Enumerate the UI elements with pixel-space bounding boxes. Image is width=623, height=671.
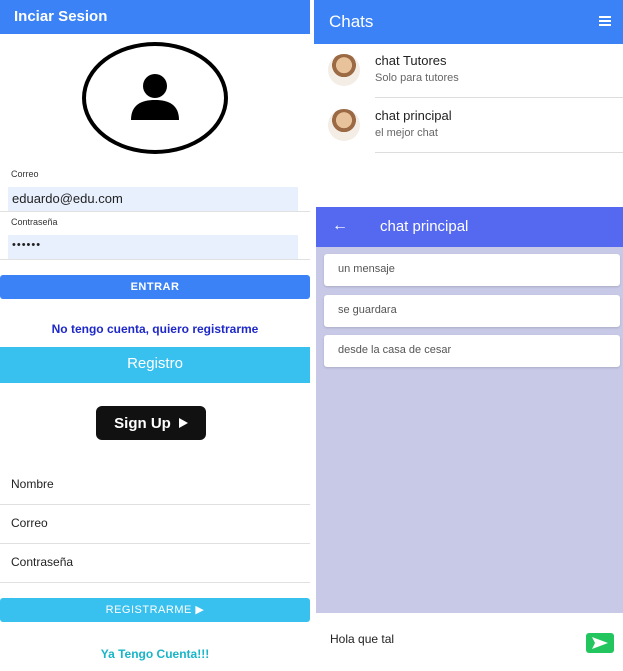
login-title: Inciar Sesion xyxy=(14,8,108,25)
chats-panel: Chats chat Tutores Solo para tutores cha… xyxy=(314,0,623,200)
chat-title: chat principal xyxy=(380,218,469,235)
avatar xyxy=(328,54,360,86)
chat-subtitle: el mejor chat xyxy=(375,127,438,139)
message-bubble: un mensaje xyxy=(324,254,620,286)
email-field[interactable]: eduardo@edu.com xyxy=(8,187,298,211)
register-link[interactable]: No tengo cuenta, quiero registrarme xyxy=(0,322,310,336)
signup-label: Sign Up xyxy=(114,414,171,432)
enter-button[interactable]: ENTRAR xyxy=(0,275,310,299)
divider xyxy=(0,211,310,212)
divider xyxy=(0,543,310,544)
play-icon xyxy=(178,418,188,428)
user-icon xyxy=(131,74,179,120)
chat-name: chat Tutores xyxy=(375,53,447,68)
message-input[interactable]: Hola que tal xyxy=(330,632,394,646)
password-label: Contraseña xyxy=(11,217,58,227)
chat-item[interactable]: chat Tutores Solo para tutores xyxy=(314,44,623,98)
chat-subtitle: Solo para tutores xyxy=(375,72,459,84)
message-bubble: desde la casa de cesar xyxy=(324,335,620,367)
divider xyxy=(0,504,310,505)
email-label: Correo xyxy=(11,169,39,179)
back-arrow-icon[interactable]: ← xyxy=(332,217,348,235)
chats-header: Chats xyxy=(314,0,623,44)
register-password-field[interactable]: Contraseña xyxy=(11,555,73,569)
divider xyxy=(0,259,310,260)
chat-item[interactable]: chat principal el mejor chat xyxy=(314,99,623,153)
login-header: Inciar Sesion xyxy=(0,0,310,34)
chats-title: Chats xyxy=(329,12,374,31)
chat-window: ← chat principal un mensaje se guardara … xyxy=(316,207,623,671)
avatar xyxy=(328,109,360,141)
name-field[interactable]: Nombre xyxy=(11,477,54,491)
login-link[interactable]: Ya Tengo Cuenta!!! xyxy=(0,647,310,661)
register-header: Registro xyxy=(0,347,310,383)
divider xyxy=(375,97,623,98)
register-email-field[interactable]: Correo xyxy=(11,516,48,530)
chat-name: chat principal xyxy=(375,108,452,123)
menu-icon[interactable] xyxy=(599,16,611,26)
register-button[interactable]: REGISTRARME ▶ xyxy=(0,598,310,622)
signup-button[interactable]: Sign Up xyxy=(96,406,206,440)
register-title: Registro xyxy=(127,355,183,372)
divider xyxy=(0,582,310,583)
login-register-panel: Inciar Sesion Correo eduardo@edu.com Con… xyxy=(0,0,310,671)
send-button[interactable] xyxy=(586,633,614,653)
password-field[interactable]: •••••• xyxy=(8,235,298,259)
divider xyxy=(375,152,623,153)
send-icon xyxy=(592,637,608,649)
compose-bar: Hola que tal xyxy=(316,613,623,671)
chat-header: ← chat principal xyxy=(316,207,623,247)
message-bubble: se guardara xyxy=(324,295,620,327)
